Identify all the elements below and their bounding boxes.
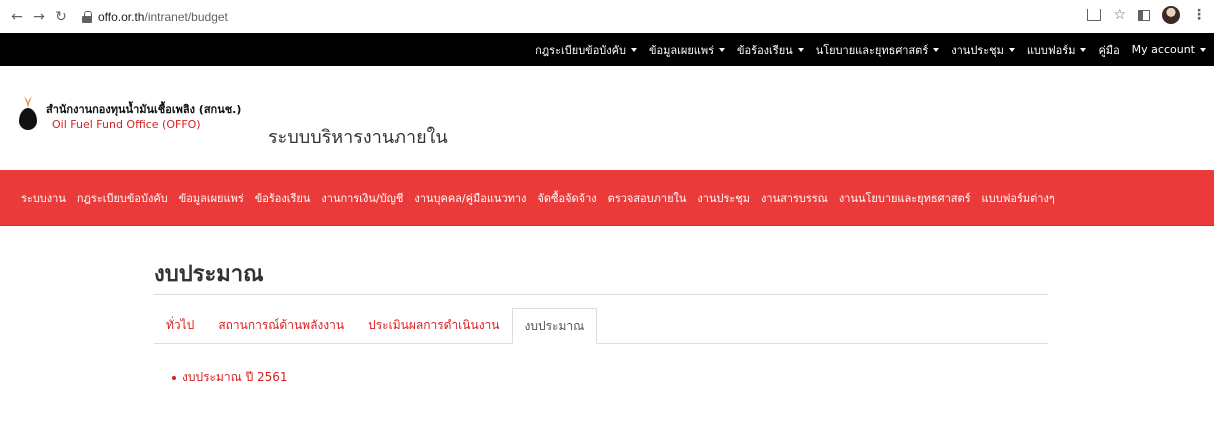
address-bar[interactable]: offo.or.th/intranet/budget xyxy=(82,5,228,29)
tab[interactable]: ทั่วไป xyxy=(154,307,206,343)
top-menu-item-label: ข้อร้องเรียน xyxy=(737,43,793,57)
main-menu-item[interactable]: งานสารบรรณ xyxy=(761,189,828,207)
tab[interactable]: ประเมินผลการดำเนินงาน xyxy=(356,307,511,343)
browser-toolbar: ← → ↻ offo.or.th/intranet/budget ☆ ⋮ xyxy=(0,0,1214,33)
top-menu-item-label: แบบฟอร์ม xyxy=(1026,43,1076,57)
top-menu-item[interactable]: ข้อมูลเผยแพร่ xyxy=(649,41,726,59)
main-menu-item[interactable]: แบบฟอร์มต่างๆ xyxy=(982,189,1055,207)
top-menu-item[interactable]: My account xyxy=(1132,43,1206,56)
org-name-thai: สำนักงานกองทุนน้ำมันเชื้อเพลิง (สกนช.) xyxy=(46,103,242,116)
top-menu-item[interactable]: นโยบายและยุทธศาสตร์ xyxy=(816,41,940,59)
main-menu-item[interactable]: จัดซื้อจัดจ้าง xyxy=(537,189,596,207)
main-menu-item[interactable]: ตรวจสอบภายใน xyxy=(608,189,687,207)
url-text[interactable]: offo.or.th/intranet/budget xyxy=(98,10,228,24)
category-tabs: ทั่วไป สถานการณ์ด้านพลังงาน ประเมินผลการดำ… xyxy=(154,308,1048,344)
lock-icon[interactable] xyxy=(82,10,92,23)
page-title: งบประมาณ xyxy=(154,262,264,287)
more-menu-icon[interactable]: ⋮ xyxy=(1192,7,1206,23)
top-menu-item-label: งานประชุม xyxy=(951,43,1004,57)
top-menu-item-label: ข้อมูลเผยแพร่ xyxy=(649,43,715,57)
main-menu-item[interactable]: ข้อมูลเผยแพร่ xyxy=(179,189,244,207)
budget-year-link[interactable]: งบประมาณ ปี 2561 xyxy=(182,368,288,387)
top-menu-item[interactable]: งานประชุม xyxy=(951,41,1015,59)
caret-down-icon xyxy=(797,47,804,52)
oil-drop-icon xyxy=(19,108,37,130)
caret-down-icon xyxy=(719,47,726,52)
top-menu-item[interactable]: แบบฟอร์ม xyxy=(1027,41,1087,59)
main-menu-item[interactable]: กฎระเบียบข้อบังคับ xyxy=(77,189,168,207)
top-menu-item-label: My account xyxy=(1131,43,1195,56)
caret-down-icon xyxy=(1080,47,1087,52)
page-content: งบประมาณ ทั่วไป สถานการณ์ด้านพลังงาน ประเม… xyxy=(154,226,1048,443)
caret-down-icon xyxy=(1008,47,1015,52)
main-menu-item[interactable]: ข้อร้องเรียน xyxy=(255,189,311,207)
back-arrow-icon[interactable]: ← xyxy=(6,6,28,28)
tab[interactable]: สถานการณ์ด้านพลังงาน xyxy=(206,307,356,343)
top-menu-item[interactable]: ข้อร้องเรียน xyxy=(737,41,804,59)
main-menu-item[interactable]: งานประชุม xyxy=(697,189,750,207)
top-menu-item-label: กฎระเบียบข้อบังคับ xyxy=(535,43,626,57)
side-panel-icon[interactable] xyxy=(1138,9,1150,21)
main-menu-item[interactable]: ระบบงาน xyxy=(21,189,66,207)
top-menu-item-label: คู่มือ xyxy=(1098,43,1120,57)
main-menu-item[interactable]: งานการเงิน/บัญชี xyxy=(321,189,403,207)
site-header: สำนักงานกองทุนน้ำมันเชื้อเพลิง (สกนช.) O… xyxy=(0,66,1214,170)
caret-down-icon xyxy=(933,47,940,52)
reload-icon[interactable]: ↻ xyxy=(50,6,72,28)
caret-down-icon xyxy=(631,47,637,52)
top-menu-item[interactable]: กฎระเบียบข้อบังคับ xyxy=(535,41,637,59)
title-divider xyxy=(154,294,1048,295)
list-item: งบประมาณ ปี 2561 xyxy=(172,368,288,387)
main-menu-item[interactable]: งานบุคคล/คู่มือแนวทาง xyxy=(414,189,526,207)
main-navigation: ระบบงาน กฎระเบียบข้อบังคับ ข้อมูลเผยแพร่ ข้… xyxy=(0,170,1214,226)
budget-link-list: งบประมาณ ปี 2561 xyxy=(172,368,288,387)
offo-logo[interactable] xyxy=(18,96,38,130)
top-menu-item[interactable]: คู่มือ xyxy=(1098,41,1119,59)
caret-down-icon xyxy=(1200,47,1206,52)
org-name-english: Oil Fuel Fund Office (OFFO) xyxy=(52,118,201,131)
flame-icon xyxy=(24,96,32,108)
system-name: ระบบบริหารงานภายใน xyxy=(268,127,448,148)
share-icon[interactable] xyxy=(1087,9,1102,21)
bookmark-star-icon[interactable]: ☆ xyxy=(1113,7,1126,23)
profile-avatar[interactable] xyxy=(1162,6,1180,24)
bullet-icon xyxy=(172,375,176,380)
forward-arrow-icon[interactable]: → xyxy=(28,6,50,28)
top-menu-item-label: นโยบายและยุทธศาสตร์ xyxy=(815,43,929,57)
tab-budget-active[interactable]: งบประมาณ xyxy=(511,308,598,344)
main-menu-item[interactable]: งานนโยบายและยุทธศาสตร์ xyxy=(839,189,971,207)
top-utility-menu: กฎระเบียบข้อบังคับ ข้อมูลเผยแพร่ ข้อร้องเร… xyxy=(0,33,1214,66)
